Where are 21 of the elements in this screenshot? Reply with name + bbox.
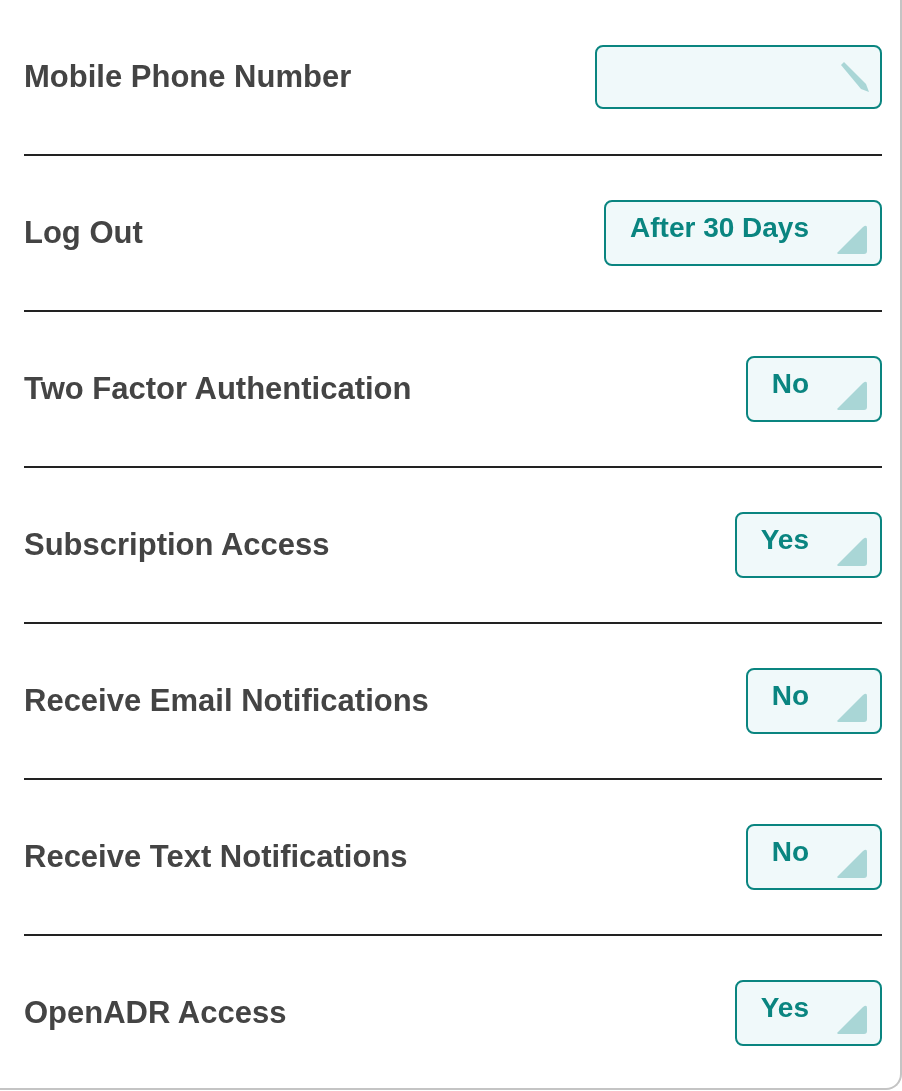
setting-label: Log Out xyxy=(24,215,143,251)
setting-label: Receive Email Notifications xyxy=(24,683,429,719)
setting-label: Receive Text Notifications xyxy=(24,839,408,875)
dropdown[interactable]: No xyxy=(745,824,882,890)
phone-input-field[interactable] xyxy=(595,45,882,109)
setting-label: OpenADR Access xyxy=(24,995,287,1031)
setting-label: Two Factor Authentication xyxy=(24,371,412,407)
dropdown-corner-icon xyxy=(835,224,868,254)
dropdown[interactable]: Yes xyxy=(734,512,882,578)
dropdown[interactable]: No xyxy=(745,356,882,422)
dropdown-corner-icon xyxy=(835,848,868,878)
dropdown-corner-icon xyxy=(835,536,868,566)
dropdown-corner-icon xyxy=(835,380,868,410)
dropdown[interactable]: After 30 Days xyxy=(604,200,882,266)
pencil-icon xyxy=(838,61,870,93)
setting-label: Mobile Phone Number xyxy=(24,59,352,95)
setting-label: Subscription Access xyxy=(24,527,330,563)
dropdown-corner-icon xyxy=(835,1004,868,1034)
dropdown-corner-icon xyxy=(835,692,868,722)
dropdown[interactable]: No xyxy=(745,668,882,734)
dropdown[interactable]: Yes xyxy=(734,980,882,1046)
